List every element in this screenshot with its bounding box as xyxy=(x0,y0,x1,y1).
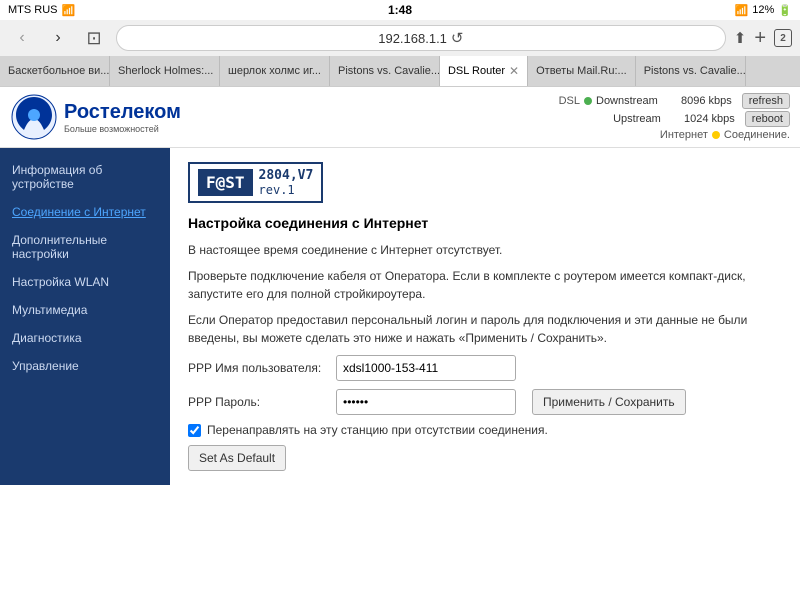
header-bar: Ростелеком Больше возможностей DSL Downs… xyxy=(0,87,800,148)
router-model-text: 2804,V7 xyxy=(259,168,314,183)
apply-save-button[interactable]: Применить / Сохранить xyxy=(532,389,686,415)
sidebar-item-extra[interactable]: Дополнительные настройки xyxy=(0,226,170,268)
logo-svg xyxy=(10,93,58,141)
page-title: Настройка соединения с Интернет xyxy=(188,215,782,231)
downstream-speed: 8096 kbps xyxy=(662,95,732,107)
tab-5-label: DSL Router xyxy=(448,65,505,77)
dsl-status-dot xyxy=(584,97,592,105)
tab-4-label: Pistons vs. Cavalie... xyxy=(338,65,440,77)
sidebar-item-connection[interactable]: Соединение с Интернет xyxy=(0,198,170,226)
ppp-user-input[interactable] xyxy=(336,355,516,381)
checkbox-row: Перенаправлять на эту станцию при отсутс… xyxy=(188,423,782,437)
tab-4[interactable]: Pistons vs. Cavalie... xyxy=(330,56,440,86)
signal-icon: 📶 xyxy=(735,4,749,17)
ppp-user-label: PPP Имя пользователя: xyxy=(188,361,328,375)
internet-label: Интернет xyxy=(660,129,708,141)
tab-6[interactable]: Ответы Mail.Ru:... xyxy=(528,56,636,86)
logo-main: Ростелеком xyxy=(64,101,181,124)
tabs-row: Баскетбольное ви... Sherlock Holmes:... … xyxy=(0,56,800,86)
tab-7[interactable]: Pistons vs. Cavalie... xyxy=(636,56,746,86)
carrier-text: MTS RUS xyxy=(8,4,58,16)
tab-3[interactable]: шерлок холмс иг... xyxy=(220,56,330,86)
status-time: 1:48 xyxy=(388,3,412,17)
dsl-info-panel: DSL Downstream 8096 kbps refresh Upstrea… xyxy=(559,93,790,141)
status-left: MTS RUS 📶 xyxy=(8,4,75,17)
sidebar-item-management[interactable]: Управление xyxy=(0,352,170,380)
url-text: 192.168.1.1 xyxy=(378,31,447,46)
connection-label: Соединение. xyxy=(724,129,790,141)
tab-6-label: Ответы Mail.Ru:... xyxy=(536,65,627,77)
battery-text: 12% xyxy=(752,4,774,16)
upstream-speed: 1024 kbps xyxy=(665,113,735,125)
tab-1-label: Баскетбольное ви... xyxy=(8,65,109,77)
internet-row: Интернет Соединение. xyxy=(660,129,790,141)
router-revision-text: rev.1 xyxy=(259,183,314,197)
reload-icon[interactable]: ↺ xyxy=(451,29,464,47)
dsl-downstream-row: DSL Downstream 8096 kbps refresh xyxy=(559,93,790,109)
content-para2: Проверьте подключение кабеля от Оператор… xyxy=(188,267,782,303)
redirect-checkbox[interactable] xyxy=(188,424,201,437)
internet-status-dot xyxy=(712,131,720,139)
page-content: F@ST 2804,V7 rev.1 Настройка соединения … xyxy=(170,148,800,485)
set-default-button[interactable]: Set As Default xyxy=(188,445,286,471)
tab-7-label: Pistons vs. Cavalie... xyxy=(644,65,746,77)
browser-chrome: ‹ › ⊡ 192.168.1.1 ↺ ⬆ + 2 Баскетбольное … xyxy=(0,20,800,87)
bookmarks-button[interactable]: ⊡ xyxy=(80,24,108,52)
tab-1[interactable]: Баскетбольное ви... xyxy=(0,56,110,86)
router-logo: F@ST 2804,V7 rev.1 xyxy=(188,162,323,203)
ppp-pass-input[interactable] xyxy=(336,389,516,415)
sidebar: Информация об устройстве Соединение с Ин… xyxy=(0,148,170,485)
reboot-button[interactable]: reboot xyxy=(745,111,790,127)
forward-button[interactable]: › xyxy=(44,24,72,52)
sidebar-item-wlan[interactable]: Настройка WLAN xyxy=(0,268,170,296)
logo-text-block: Ростелеком Больше возможностей xyxy=(64,101,181,134)
downstream-label: Downstream xyxy=(596,95,658,107)
ppp-pass-label: PPP Пароль: xyxy=(188,395,328,409)
ppp-user-row: PPP Имя пользователя: xyxy=(188,355,782,381)
content-para1: В настоящее время соединение с Интернет … xyxy=(188,241,782,259)
dsl-label: DSL xyxy=(559,95,580,107)
tab-3-label: шерлок холмс иг... xyxy=(228,65,321,77)
battery-icon: 🔋 xyxy=(778,4,792,17)
wifi-icon: 📶 xyxy=(62,4,76,17)
new-tab-button[interactable]: + xyxy=(754,27,766,50)
tab-2-label: Sherlock Holmes:... xyxy=(118,65,213,77)
share-icon[interactable]: ⬆ xyxy=(734,29,747,47)
logo-sub: Больше возможностей xyxy=(64,124,181,134)
upstream-label: Upstream xyxy=(613,113,661,125)
refresh-button[interactable]: refresh xyxy=(742,93,790,109)
ppp-pass-row: PPP Пароль: Применить / Сохранить xyxy=(188,389,782,415)
router-logo-model: 2804,V7 rev.1 xyxy=(259,168,314,197)
tab-switcher-button[interactable]: 2 xyxy=(774,29,792,47)
sidebar-item-device-info[interactable]: Информация об устройстве xyxy=(0,156,170,198)
tab-5-close[interactable]: ✕ xyxy=(509,64,519,78)
back-button[interactable]: ‹ xyxy=(8,24,36,52)
tab-2[interactable]: Sherlock Holmes:... xyxy=(110,56,220,86)
sidebar-item-diagnostics[interactable]: Диагностика xyxy=(0,324,170,352)
checkbox-label: Перенаправлять на эту станцию при отсутс… xyxy=(207,423,548,437)
tab-5-dsl[interactable]: DSL Router ✕ xyxy=(440,56,528,86)
address-bar[interactable]: 192.168.1.1 ↺ xyxy=(116,25,726,51)
sidebar-item-multimedia[interactable]: Мультимедиа xyxy=(0,296,170,324)
status-right: 📶 12% 🔋 xyxy=(735,4,792,17)
status-bar: MTS RUS 📶 1:48 📶 12% 🔋 xyxy=(0,0,800,20)
page-body: Информация об устройстве Соединение с Ин… xyxy=(0,148,800,485)
router-logo-icon: F@ST xyxy=(198,169,253,196)
rostelecom-logo: Ростелеком Больше возможностей xyxy=(10,93,181,141)
content-para3: Если Оператор предоставил персональный л… xyxy=(188,311,782,347)
content-area: Ростелеком Больше возможностей DSL Downs… xyxy=(0,87,800,485)
nav-bar: ‹ › ⊡ 192.168.1.1 ↺ ⬆ + 2 xyxy=(0,20,800,56)
dsl-upstream-row: Upstream 1024 kbps reboot xyxy=(575,111,790,127)
